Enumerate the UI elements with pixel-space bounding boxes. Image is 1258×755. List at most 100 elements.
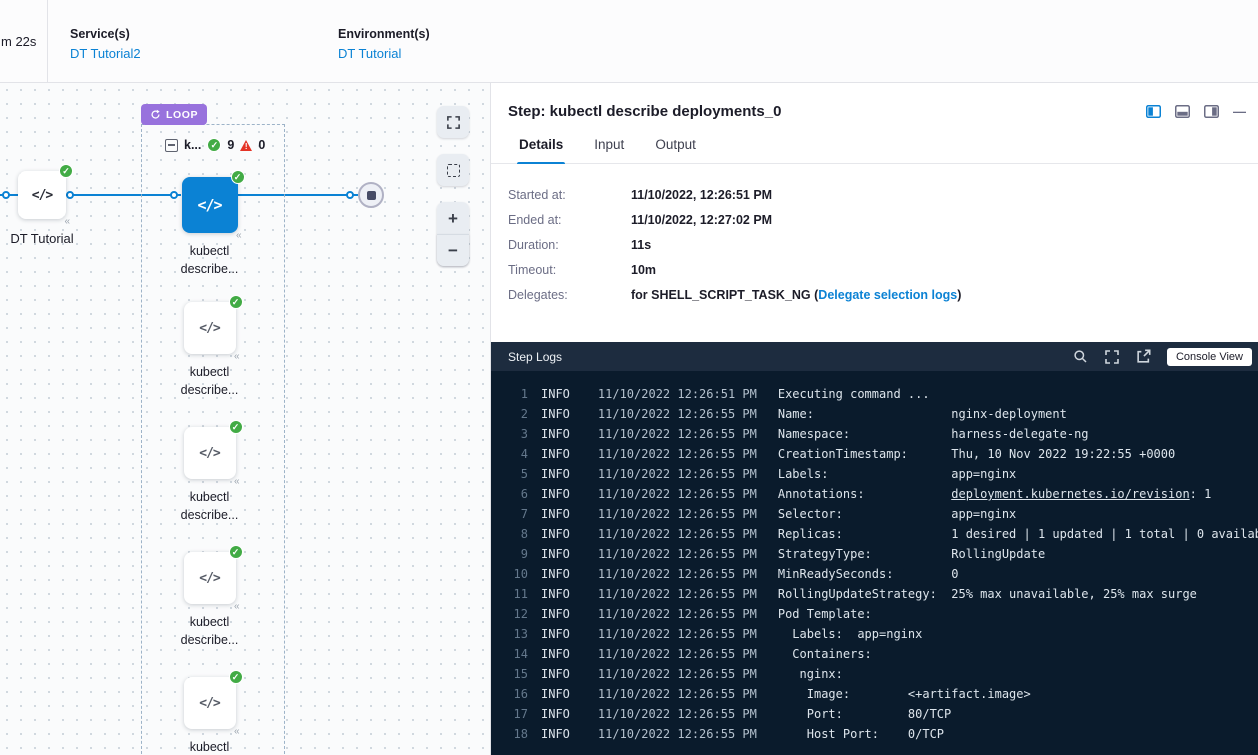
detail-label: Started at: (508, 188, 631, 202)
log-line-number: 2 (491, 404, 528, 424)
zoom-in-button[interactable]: + (437, 202, 469, 234)
log-timestamp: 11/10/2022 12:26:55 PM (598, 704, 757, 724)
loop-group-header: k... 9 0 (165, 138, 265, 152)
step-title: Step: kubectl describe deployments_0 (508, 103, 1146, 120)
delegate-selection-logs-link[interactable]: Delegate selection logs (818, 288, 957, 302)
pipeline-graph-canvas[interactable]: </> DT Tutorial LOOP k... 9 (0, 83, 490, 755)
log-line-number: 4 (491, 444, 528, 464)
detail-label: Timeout: (508, 263, 631, 277)
log-line-number: 16 (491, 684, 528, 704)
environment-link[interactable]: DT Tutorial (338, 46, 430, 61)
log-line: 9 INFO 11/10/2022 12:26:55 PM StrategyTy… (491, 544, 1258, 564)
detail-label: Ended at: (508, 213, 631, 227)
success-count: 9 (227, 138, 234, 152)
step-tab[interactable]: Output (653, 137, 698, 163)
log-line: 12 INFO 11/10/2022 12:26:55 PM Pod Templ… (491, 604, 1258, 624)
log-message: Containers: (778, 644, 872, 664)
service-link[interactable]: DT Tutorial2 (70, 46, 338, 61)
log-timestamp: 11/10/2022 12:26:55 PM (598, 544, 757, 564)
log-level: INFO (541, 384, 570, 404)
failed-count: 0 (258, 138, 265, 152)
step-node-kubectl-describe[interactable]: </> (184, 427, 236, 479)
pipeline-end-node[interactable] (358, 182, 384, 208)
step-summary-section: Step: kubectl describe deployments_0 (491, 83, 1258, 342)
step-node-kubectl-describe[interactable]: </> (184, 677, 236, 729)
step-node-kubectl-describe[interactable]: </> (184, 302, 236, 354)
fullscreen-icon (1104, 349, 1120, 365)
search-icon (1073, 349, 1088, 364)
node-connector-icon (234, 477, 240, 487)
log-message-link[interactable]: deployment.kubernetes.io/revision (951, 484, 1189, 504)
code-icon: </> (199, 571, 219, 586)
log-level: INFO (541, 484, 570, 504)
success-count-icon (207, 138, 221, 152)
step-node-label: kubectl describe... (181, 614, 239, 649)
step-node-label: kubectl describe... (181, 739, 239, 755)
code-icon: </> (32, 188, 52, 203)
detail-value-suffix: ) (957, 288, 961, 302)
loop-group-name: k... (184, 138, 201, 152)
console-view-button[interactable]: Console View (1167, 348, 1252, 366)
log-message: Labels: app=nginx (778, 624, 923, 644)
log-message: Labels: app=nginx (778, 464, 1016, 484)
detail-row: Duration: 11s (508, 238, 1241, 252)
step-node-kubectl-describe[interactable]: </> (182, 177, 238, 233)
minimize-icon: — (1233, 104, 1246, 119)
step-node-kubectl-describe[interactable]: </> (184, 552, 236, 604)
detail-value: for SHELL_SCRIPT_TASK_NG ( (631, 288, 818, 302)
warning-icon (240, 140, 252, 151)
zoom-out-button[interactable]: − (437, 234, 469, 266)
log-message: Executing command ... (778, 384, 930, 404)
step-tab[interactable]: Input (592, 137, 626, 163)
success-check-icon (229, 670, 243, 684)
detail-row: Started at: 11/10/2022, 12:26:51 PM (508, 188, 1241, 202)
node-connector-icon (234, 727, 240, 737)
log-line-number: 12 (491, 604, 528, 624)
success-check-icon (229, 420, 243, 434)
stage-node-label: DT Tutorial (0, 231, 92, 246)
split-view-right-button[interactable] (1204, 105, 1219, 118)
log-line-number: 3 (491, 424, 528, 444)
log-lines: 1 INFO 11/10/2022 12:26:51 PM Executing … (491, 371, 1258, 755)
log-level: INFO (541, 524, 570, 544)
collapse-group-button[interactable] (165, 139, 178, 152)
log-timestamp: 11/10/2022 12:26:55 PM (598, 444, 757, 464)
log-message: Image: <+artifact.image> (778, 684, 1031, 704)
pipeline-execution-page: m 22s Service(s) DT Tutorial2 Environmen… (0, 0, 1258, 755)
log-line: 7 INFO 11/10/2022 12:26:55 PM Selector: … (491, 504, 1258, 524)
code-icon: </> (199, 446, 219, 461)
log-level: INFO (541, 464, 570, 484)
log-level: INFO (541, 444, 570, 464)
log-message: Port: 80/TCP (778, 704, 951, 724)
open-logs-new-tab-button[interactable] (1136, 349, 1151, 364)
console-controls: Console View (1073, 348, 1252, 366)
log-message: Namespace: harness-delegate-ng (778, 424, 1089, 444)
log-level: INFO (541, 424, 570, 444)
split-view-bottom-button[interactable] (1175, 105, 1190, 118)
stage-node-button[interactable]: </> (18, 171, 66, 219)
step-tab[interactable]: Details (517, 137, 565, 163)
services-summary: Service(s) DT Tutorial2 (70, 0, 338, 82)
split-view-left-button[interactable] (1146, 105, 1161, 118)
search-logs-button[interactable] (1073, 349, 1088, 364)
log-line: 13 INFO 11/10/2022 12:26:55 PM Labels: a… (491, 624, 1258, 644)
step-node-label: kubectl describe... (181, 243, 239, 278)
minimize-panel-button[interactable]: — (1233, 104, 1246, 119)
console-title: Step Logs (508, 350, 1073, 364)
loop-step-item: </> kubectl describe... (166, 552, 253, 677)
fit-to-screen-button[interactable] (437, 106, 469, 138)
environments-label: Environment(s) (338, 27, 430, 41)
log-line-number: 9 (491, 544, 528, 564)
log-level: INFO (541, 544, 570, 564)
panel-layout-controls: — (1146, 104, 1246, 119)
log-timestamp: 11/10/2022 12:26:51 PM (598, 384, 757, 404)
split-bottom-icon (1175, 105, 1190, 118)
log-message-suffix: : 1 (1190, 484, 1212, 504)
marquee-select-button[interactable] (437, 154, 469, 186)
log-line-number: 6 (491, 484, 528, 504)
log-level: INFO (541, 624, 570, 644)
log-line-number: 11 (491, 584, 528, 604)
log-line: 5 INFO 11/10/2022 12:26:55 PM Labels: ap… (491, 464, 1258, 484)
expand-logs-button[interactable] (1104, 349, 1120, 365)
log-level: INFO (541, 404, 570, 424)
